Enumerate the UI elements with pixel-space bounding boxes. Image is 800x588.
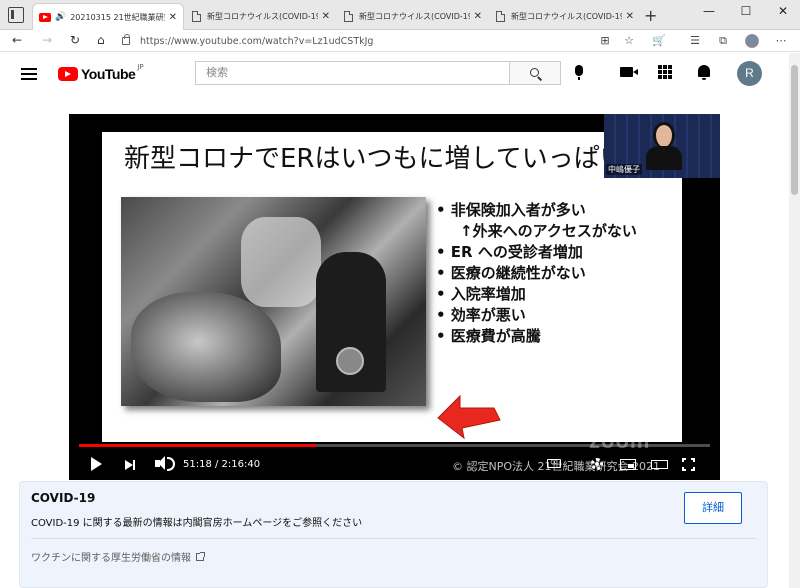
play-icon[interactable] [91,457,102,471]
bullet-item: • 効率が悪い [436,306,526,324]
covid-info-panel: COVID-19 COVID-19 に関する最新の情報は内閣官房ホームページをご… [19,481,768,588]
tab-title: 新型コロナウイルス(COVID-19)感染 [207,12,318,21]
refresh-icon[interactable]: ↻ [70,33,80,47]
bullet-item: • 非保険加入者が多い [436,201,586,219]
info-panel-title: COVID-19 [31,491,96,505]
fullscreen-icon[interactable] [681,457,696,472]
home-icon[interactable]: ⌂ [97,33,105,47]
document-favicon-icon [496,11,505,22]
search-icon [530,68,539,77]
scrollbar-thumb[interactable] [791,65,798,195]
close-window-icon[interactable]: ✕ [768,4,798,18]
apps-grid-icon[interactable] [658,65,672,79]
search-input[interactable]: 検索 [195,61,509,85]
youtube-favicon-icon [39,12,51,22]
speaker-audio-icon[interactable]: 🔊 [55,12,66,22]
vaccine-info-link-text[interactable]: ワクチンに関する厚生労働省の情報 [31,549,191,564]
next-video-icon[interactable] [125,460,135,470]
favorites-list-icon[interactable]: ☰ [688,34,702,48]
bullet-item: ↑外来へのアクセスがない [460,222,637,240]
divider [31,538,757,539]
region-code: JP [137,63,144,71]
tab-covid-2[interactable]: 新型コロナウイルス(COVID-19)感染 ✕ [338,3,488,30]
address-toolbar: ← → ↻ ⌂ https://www.youtube.com/watch?v=… [0,30,800,52]
tab-covid-3[interactable]: 新型コロナウイルス(COVID-19)感染 ✕ [490,3,640,30]
maximize-window-icon[interactable]: ☐ [731,4,761,18]
info-panel-text: COVID-19 に関する最新の情報は内閣官房ホームページをご参照ください [31,518,363,529]
close-tab-icon[interactable]: ✕ [169,12,177,23]
vaccine-info-link[interactable]: ワクチンに関する厚生労働省の情報 [31,549,205,564]
speaker-video-thumbnail: 中嶋優子 [604,114,720,178]
emergency-room-photo [121,197,426,406]
bullet-item: • 医療費が高騰 [436,327,541,345]
tab-title: 新型コロナウイルス(COVID-19)感染 [359,12,470,21]
presentation-slide: 新型コロナでERはいつもに増していっぱい • 非保険加入者が多い ↑外来へのアク… [102,132,682,442]
close-tab-icon[interactable]: ✕ [322,11,330,22]
new-tab-icon[interactable]: + [644,6,657,25]
browser-profile-avatar[interactable] [745,34,759,48]
youtube-play-logo-icon [58,67,78,81]
volume-icon[interactable] [155,456,175,471]
video-player[interactable]: 新型コロナでERはいつもに増していっぱい • 非保険加入者が多い ↑外来へのアク… [69,114,720,480]
menu-hamburger-icon[interactable] [21,68,37,80]
youtube-header: YouTube JP 検索 R [0,53,790,93]
page-scrollbar[interactable] [789,53,800,588]
tab-covid-1[interactable]: 新型コロナウイルス(COVID-19)感染 ✕ [186,3,336,30]
browser-tab-bar: 🔊 20210315 21世紀職業研究会 ✕ 新型コロナウイルス(COVID-1… [0,0,800,30]
details-button[interactable]: 詳細 [684,492,742,524]
collections-icon[interactable]: ⧉ [716,34,730,48]
slide-bullet-list: • 非保険加入者が多い ↑外来へのアクセスがない • ER への受診者増加 • … [436,200,637,347]
tab-youtube[interactable]: 🔊 20210315 21世紀職業研究会 ✕ [32,3,184,30]
document-favicon-icon [192,11,201,22]
shopping-cart-icon[interactable]: 🛒 [652,34,666,48]
document-favicon-icon [344,11,353,22]
time-display: 51:18 / 2:16:40 [183,459,261,470]
bullet-item: • 医療の継続性がない [436,264,586,282]
youtube-logo[interactable]: YouTube JP [58,63,144,82]
minimize-window-icon[interactable]: — [694,4,724,18]
back-arrow-icon[interactable]: ← [12,33,22,47]
external-link-icon [196,551,205,561]
progress-bar[interactable] [79,444,710,447]
reader-view-icon[interactable]: ⊞ [598,34,612,48]
speaker-person [646,122,682,170]
more-menu-icon[interactable]: ⋯ [774,34,788,48]
search-button[interactable] [509,61,561,85]
progress-played [79,444,317,447]
microphone-icon[interactable] [575,65,583,80]
copyright-overlay: © 認定NPO法人 21世紀職業研究会 2021 [452,460,661,473]
tab-title: 新型コロナウイルス(COVID-19)感染 [511,12,622,21]
notifications-bell-icon[interactable] [698,65,710,80]
create-video-icon[interactable] [620,67,638,77]
tab-actions-icon[interactable] [8,7,24,23]
tab-title: 20210315 21世紀職業研究会 [70,12,164,22]
youtube-wordmark: YouTube [81,66,136,82]
account-avatar[interactable]: R [737,61,762,86]
slide-title: 新型コロナでERはいつもに増していっぱい [124,144,626,174]
speaker-name-label: 中嶋優子 [606,164,642,175]
forward-arrow-icon[interactable]: → [42,33,52,47]
url-bar[interactable]: https://www.youtube.com/watch?v=Lz1udCST… [122,31,590,51]
lock-icon [122,34,130,45]
favorite-star-icon[interactable]: ☆ [622,34,636,48]
close-tab-icon[interactable]: ✕ [474,11,482,22]
red-arrow-icon [437,394,501,440]
url-text: https://www.youtube.com/watch?v=Lz1udCST… [140,35,374,47]
bullet-item: • 入院率増加 [436,285,526,303]
close-tab-icon[interactable]: ✕ [626,11,634,22]
bullet-item: • ER への受診者増加 [436,243,583,261]
